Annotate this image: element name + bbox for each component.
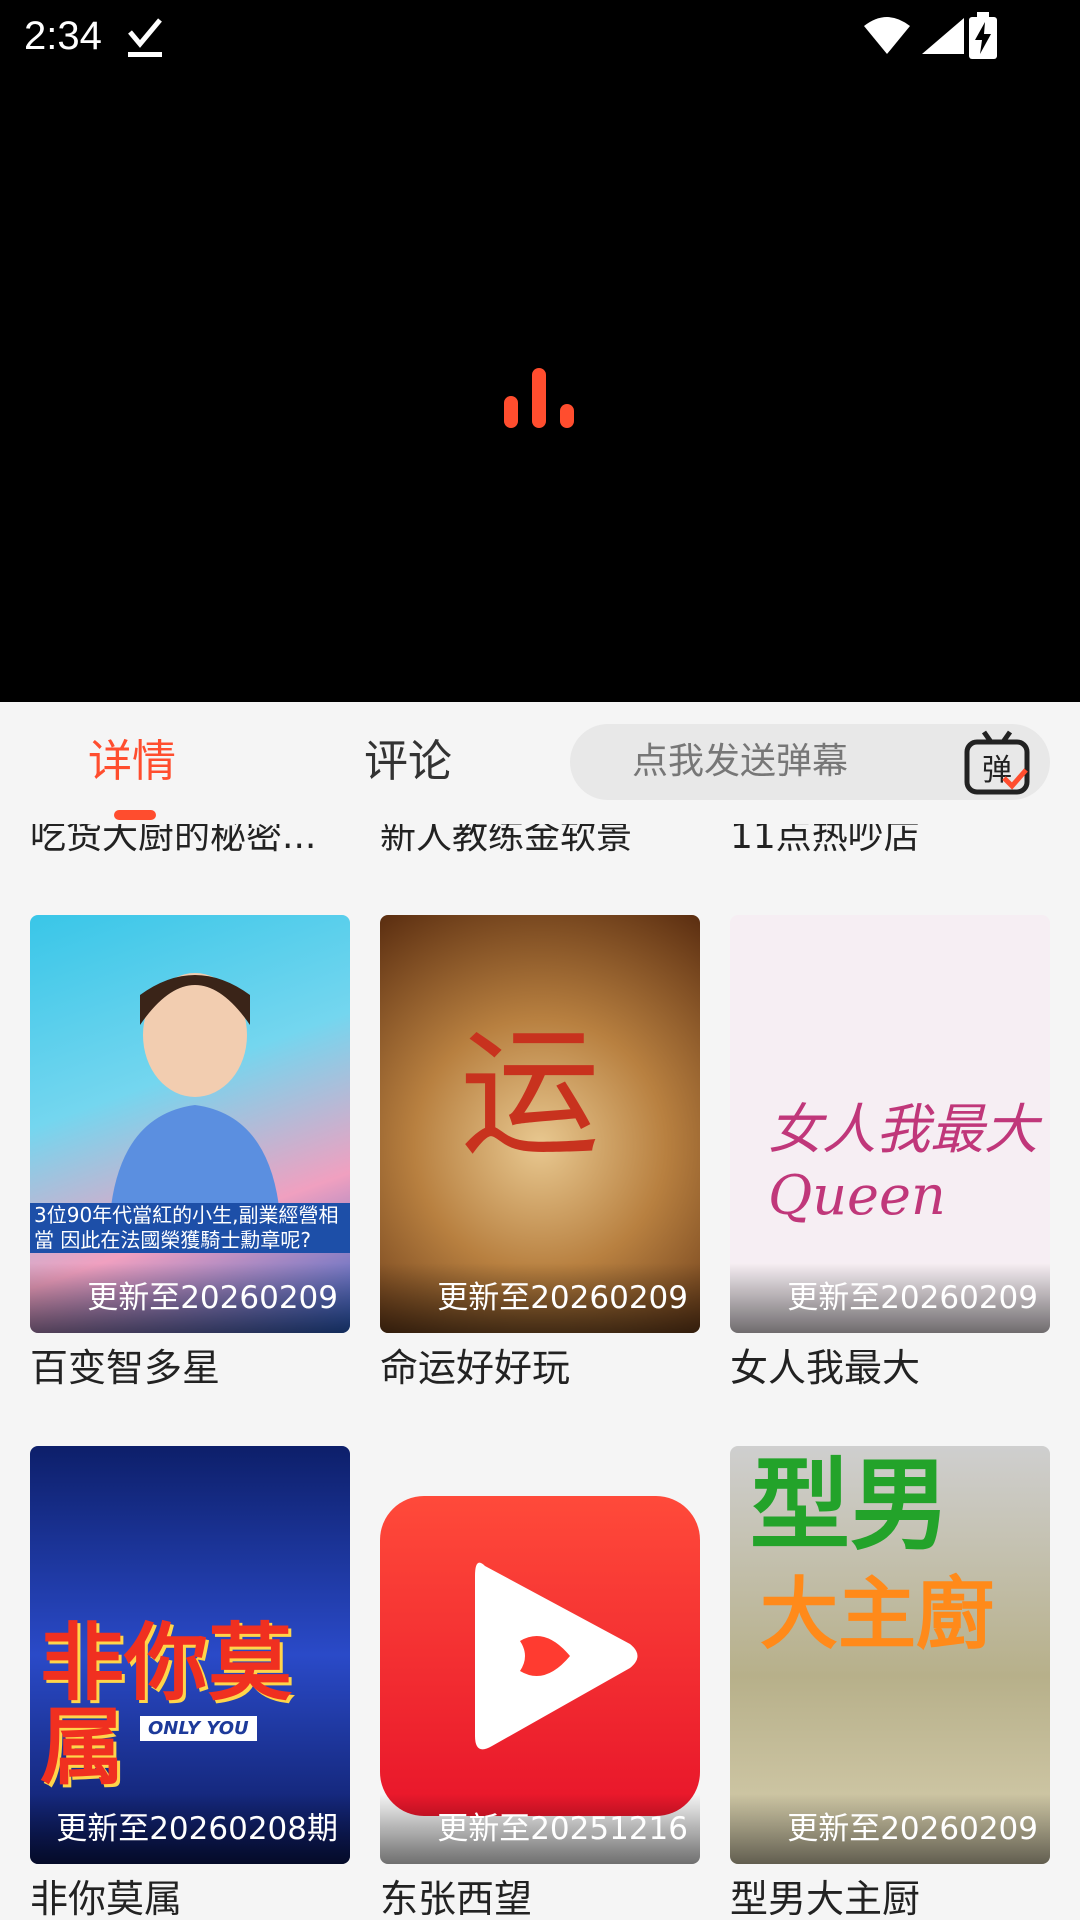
- related-shows-grid[interactable]: 吃货大厨的秘密... 新人教练金软景 11点热吵店 3位90年代當紅的小生,副業…: [0, 824, 1080, 1920]
- show-card[interactable]: 非你莫属 ONLY YOU 更新至20260208期 非你莫属: [30, 1446, 350, 1920]
- show-poster[interactable]: 更新至20251216: [380, 1446, 700, 1864]
- status-bar: 2:34: [0, 0, 1080, 72]
- loading-bars-icon: [504, 368, 574, 428]
- show-title[interactable]: 型男大主厨: [730, 1874, 1050, 1920]
- show-card[interactable]: 更新至20251216 东张西望: [380, 1446, 700, 1920]
- show-card[interactable]: 型男 大主廚 更新至20260209 型男大主厨: [730, 1446, 1050, 1920]
- danmaku-placeholder: 点我发送弹幕: [632, 741, 849, 782]
- show-title[interactable]: 非你莫属: [30, 1874, 350, 1920]
- cut-off-title[interactable]: 吃货大厨的秘密...: [30, 824, 350, 862]
- tab-detail[interactable]: 详情: [88, 732, 176, 792]
- host-figure: [110, 973, 280, 1215]
- update-badge: 更新至20260209: [730, 1263, 1050, 1333]
- cell-signal-icon: [922, 18, 964, 54]
- show-card[interactable]: 3位90年代當紅的小生,副業經營相當 因此在法國榮獲騎士勳章呢? 更新至2026…: [30, 915, 350, 1393]
- show-title[interactable]: 东张西望: [380, 1874, 700, 1920]
- show-poster[interactable]: 型男 大主廚 更新至20260209: [730, 1446, 1050, 1864]
- show-poster[interactable]: 非你莫属 ONLY YOU 更新至20260208期: [30, 1446, 350, 1864]
- tab-bar: 详情 评论 点我发送弹幕 弹: [0, 702, 1080, 824]
- show-poster[interactable]: 运 更新至20260209: [380, 915, 700, 1333]
- update-badge: 更新至20260209: [30, 1263, 350, 1333]
- update-badge: 更新至20260209: [730, 1794, 1050, 1864]
- wifi-icon: [864, 17, 910, 54]
- status-time: 2:34: [24, 14, 102, 58]
- play-icon: [475, 1562, 638, 1750]
- show-card[interactable]: 运 更新至20260209 命运好好玩: [380, 915, 700, 1393]
- battery-charging-icon: [969, 12, 997, 59]
- poster-logo-text: 型男: [750, 1447, 950, 1564]
- show-title[interactable]: 百变智多星: [30, 1343, 350, 1393]
- video-player[interactable]: 2:34: [0, 0, 1080, 702]
- show-title[interactable]: 女人我最大: [730, 1343, 1050, 1393]
- show-title[interactable]: 命运好好玩: [380, 1343, 700, 1393]
- danmaku-toggle-icon[interactable]: 弹: [964, 730, 1030, 796]
- update-badge: 更新至20260209: [380, 1263, 700, 1333]
- show-poster[interactable]: 女人我最大 Queen 更新至20260209: [730, 915, 1050, 1333]
- cut-off-title[interactable]: 新人教练金软景: [380, 824, 700, 862]
- poster-logo-text: 大主廚: [760, 1570, 995, 1660]
- show-card[interactable]: 女人我最大 Queen 更新至20260209 女人我最大: [730, 915, 1050, 1393]
- download-done-icon: [128, 18, 162, 57]
- show-poster[interactable]: 3位90年代當紅的小生,副業經營相當 因此在法國榮獲騎士勳章呢? 更新至2026…: [30, 915, 350, 1333]
- tab-comments[interactable]: 评论: [364, 732, 452, 792]
- danmaku-input[interactable]: 点我发送弹幕 弹: [570, 724, 1050, 800]
- poster-ticker-text: 3位90年代當紅的小生,副業經營相當 因此在法國榮獲騎士勳章呢?: [30, 1203, 350, 1253]
- cut-off-title[interactable]: 11点热吵店: [730, 824, 1050, 862]
- update-badge: 更新至20251216: [380, 1794, 700, 1864]
- app-logo: [380, 1496, 700, 1816]
- active-tab-indicator: [114, 810, 156, 820]
- poster-subtitle: ONLY YOU: [140, 1716, 257, 1741]
- poster-logo-text: 女人我最大 Queen: [768, 1098, 1038, 1227]
- poster-logo-text: 非你莫属: [40, 1614, 293, 1796]
- update-badge: 更新至20260208期: [30, 1794, 350, 1864]
- poster-logo-text: 运: [460, 1013, 601, 1176]
